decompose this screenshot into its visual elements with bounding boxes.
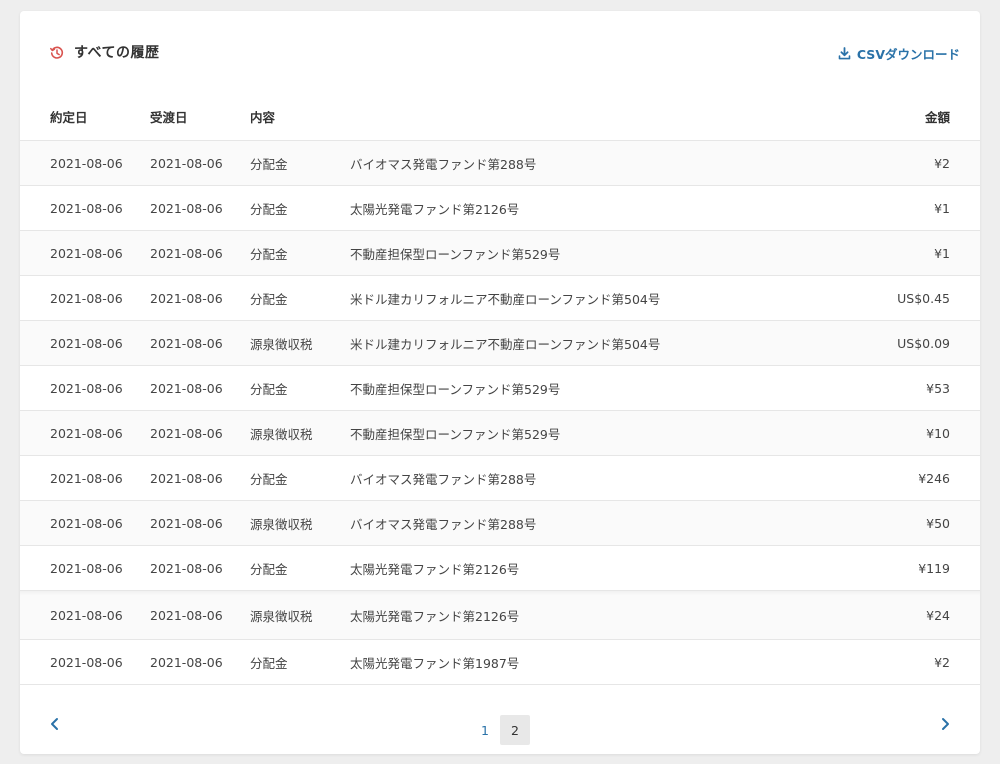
cell-delivery-date: 2021-08-06 (150, 515, 223, 531)
cell-contract-date: 2021-08-06 (50, 654, 123, 670)
cell-delivery-date: 2021-08-06 (150, 470, 223, 486)
cell-amount: ¥10 (926, 425, 950, 441)
table-header: 約定日 受渡日 内容 金額 (20, 91, 980, 141)
cell-type: 分配金 (250, 655, 288, 671)
cell-type: 分配金 (250, 471, 288, 487)
cell-contract-date: 2021-08-06 (50, 425, 123, 441)
cell-amount: ¥24 (926, 607, 950, 623)
table-row: 2021-08-06 2021-08-06 源泉徴収税 不動産担保型ローンファンド第5… (20, 411, 980, 456)
history-icon (50, 45, 64, 59)
page-button-2[interactable]: 2 (500, 715, 530, 745)
cell-type: 源泉徴収税 (250, 608, 313, 624)
cell-delivery-date: 2021-08-06 (150, 607, 223, 623)
table-row: 2021-08-06 2021-08-06 源泉徴収税 米ドル建カリフォルニア不動産ロ… (20, 321, 980, 366)
cell-delivery-date: 2021-08-06 (150, 200, 223, 216)
cell-contract-date: 2021-08-06 (50, 335, 123, 351)
history-table-body: 2021-08-06 2021-08-06 分配金 バイオマス発電ファンド第288号 ¥… (20, 141, 980, 685)
cell-type: 分配金 (250, 381, 288, 397)
column-header-amount: 金額 (924, 110, 950, 125)
cell-contract-date: 2021-08-06 (50, 470, 123, 486)
table-row: 2021-08-06 2021-08-06 分配金 不動産担保型ローンファンド第529… (20, 231, 980, 276)
cell-fund-name: バイオマス発電ファンド第288号 (350, 516, 537, 532)
pagination: 12 (20, 694, 980, 754)
download-icon (838, 47, 851, 60)
cell-type: 分配金 (250, 156, 288, 172)
page-list: 12 (470, 715, 530, 745)
cell-delivery-date: 2021-08-06 (150, 245, 223, 261)
cell-delivery-date: 2021-08-06 (150, 560, 223, 576)
cell-amount: ¥2 (934, 155, 950, 171)
cell-contract-date: 2021-08-06 (50, 200, 123, 216)
cell-delivery-date: 2021-08-06 (150, 335, 223, 351)
cell-contract-date: 2021-08-06 (50, 245, 123, 261)
cell-amount: ¥53 (926, 380, 950, 396)
cell-contract-date: 2021-08-06 (50, 515, 123, 531)
cell-amount: ¥119 (918, 560, 950, 576)
cell-contract-date: 2021-08-06 (50, 380, 123, 396)
table-row: 2021-08-06 2021-08-06 分配金 米ドル建カリフォルニア不動産ローン… (20, 276, 980, 321)
cell-type: 分配金 (250, 291, 288, 307)
cell-fund-name: 不動産担保型ローンファンド第529号 (350, 246, 561, 262)
cell-type: 源泉徴収税 (250, 336, 313, 352)
csv-download-label: CSVダウンロード (856, 47, 960, 62)
page-button-1[interactable]: 1 (470, 715, 500, 745)
cell-fund-name: 米ドル建カリフォルニア不動産ローンファンド第504号 (350, 336, 661, 352)
column-header-delivery-date: 受渡日 (150, 110, 188, 125)
cell-contract-date: 2021-08-06 (50, 560, 123, 576)
cell-fund-name: 太陽光発電ファンド第2126号 (350, 561, 520, 577)
cell-delivery-date: 2021-08-06 (150, 654, 223, 670)
page-title: すべての履歴 (74, 45, 160, 61)
cell-fund-name: 太陽光発電ファンド第1987号 (350, 655, 520, 671)
cell-amount: US$0.09 (897, 335, 950, 351)
card-header: すべての履歴 CSVダウンロード (20, 11, 980, 91)
chevron-left-icon[interactable] (46, 715, 64, 733)
cell-fund-name: 不動産担保型ローンファンド第529号 (350, 426, 561, 442)
table-row: 2021-08-06 2021-08-06 源泉徴収税 バイオマス発電ファンド第288… (20, 501, 980, 546)
cell-amount: ¥1 (934, 245, 950, 261)
cell-delivery-date: 2021-08-06 (150, 380, 223, 396)
cell-type: 分配金 (250, 561, 288, 577)
cell-type: 源泉徴収税 (250, 426, 313, 442)
csv-download-link[interactable]: CSVダウンロード (838, 44, 960, 63)
chevron-right-icon[interactable] (936, 715, 954, 733)
cell-fund-name: バイオマス発電ファンド第288号 (350, 471, 537, 487)
cell-fund-name: 不動産担保型ローンファンド第529号 (350, 381, 561, 397)
table-row: 2021-08-06 2021-08-06 分配金 太陽光発電ファンド第2126号 ¥1 (20, 186, 980, 231)
cell-amount: ¥1 (934, 200, 950, 216)
cell-fund-name: 太陽光発電ファンド第2126号 (350, 608, 520, 624)
history-card: すべての履歴 CSVダウンロード 約定日 受渡日 内容 金額 2021-08-0… (20, 11, 980, 754)
table-row: 2021-08-06 2021-08-06 源泉徴収税 太陽光発電ファンド第2126号… (20, 591, 980, 640)
column-header-contract-date: 約定日 (50, 110, 88, 125)
cell-contract-date: 2021-08-06 (50, 607, 123, 623)
cell-fund-name: 米ドル建カリフォルニア不動産ローンファンド第504号 (350, 291, 661, 307)
table-row: 2021-08-06 2021-08-06 分配金 太陽光発電ファンド第1987号 ¥2 (20, 640, 980, 685)
cell-amount: ¥50 (926, 515, 950, 531)
cell-fund-name: 太陽光発電ファンド第2126号 (350, 201, 520, 217)
cell-delivery-date: 2021-08-06 (150, 155, 223, 171)
title-wrap: すべての履歴 (50, 42, 159, 62)
table-row: 2021-08-06 2021-08-06 分配金 太陽光発電ファンド第2126号 ¥1… (20, 546, 980, 591)
cell-type: 分配金 (250, 246, 288, 262)
cell-delivery-date: 2021-08-06 (150, 290, 223, 306)
cell-amount: ¥2 (934, 654, 950, 670)
cell-amount: US$0.45 (897, 290, 950, 306)
table-row: 2021-08-06 2021-08-06 分配金 バイオマス発電ファンド第288号 ¥… (20, 456, 980, 501)
cell-delivery-date: 2021-08-06 (150, 425, 223, 441)
cell-contract-date: 2021-08-06 (50, 155, 123, 171)
table-row: 2021-08-06 2021-08-06 分配金 不動産担保型ローンファンド第529… (20, 366, 980, 411)
cell-fund-name: バイオマス発電ファンド第288号 (350, 156, 537, 172)
cell-type: 源泉徴収税 (250, 516, 313, 532)
table-row: 2021-08-06 2021-08-06 分配金 バイオマス発電ファンド第288号 ¥… (20, 141, 980, 186)
cell-amount: ¥246 (918, 470, 950, 486)
cell-contract-date: 2021-08-06 (50, 290, 123, 306)
cell-type: 分配金 (250, 201, 288, 217)
column-header-content: 内容 (250, 110, 276, 125)
